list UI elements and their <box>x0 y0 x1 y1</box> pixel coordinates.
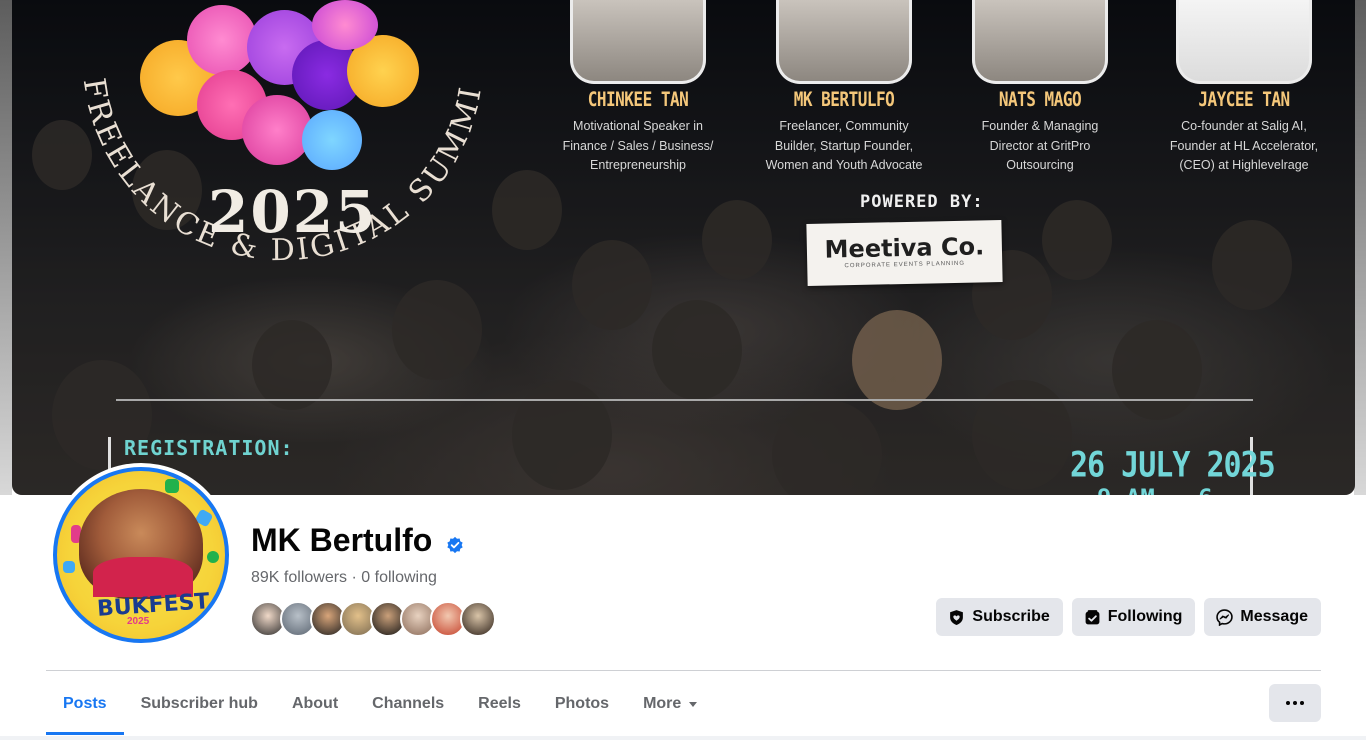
speaker-card: MK BERTULFO Freelancer, Community Builde… <box>764 0 924 176</box>
profile-avatar[interactable]: BUKFEST 2025 <box>49 463 233 647</box>
sponsor-name: Meetiva Co. <box>824 232 985 264</box>
tab-posts[interactable]: Posts <box>46 684 124 724</box>
event-date: 26 JULY 2025 <box>1070 445 1276 486</box>
speaker-name: MK BERTULFO <box>793 88 895 111</box>
avatar-event-year: 2025 <box>127 616 150 627</box>
speaker-photo <box>1176 0 1312 84</box>
verified-badge-icon <box>447 536 463 554</box>
avatar: BUKFEST 2025 <box>53 467 229 643</box>
followers-count[interactable]: 89K followers <box>251 569 347 586</box>
cover-divider <box>116 399 1253 401</box>
following-button[interactable]: Following <box>1071 598 1196 636</box>
tab-channels[interactable]: Channels <box>355 684 461 724</box>
more-options-button[interactable] <box>1269 684 1321 722</box>
tab-subscriber-hub[interactable]: Subscriber hub <box>124 684 275 724</box>
caret-down-icon <box>689 701 698 707</box>
profile-actions: Subscribe Following Message <box>936 598 1321 636</box>
shield-heart-icon <box>950 609 964 625</box>
header-divider <box>46 670 1321 671</box>
stats-separator: · <box>351 569 357 586</box>
following-count[interactable]: 0 following <box>361 569 437 586</box>
message-label: Message <box>1240 608 1308 625</box>
following-check-icon <box>1085 609 1100 624</box>
speaker-name: CHINKEE TAN <box>587 88 689 111</box>
tab-photos[interactable]: Photos <box>538 684 626 724</box>
powered-by-label: POWERED BY: <box>860 192 984 212</box>
profile-stats: 89K followers · 0 following <box>251 569 437 587</box>
speaker-photo <box>972 0 1108 84</box>
tab-more-label: More <box>643 695 682 712</box>
profile-name: MK Bertulfo <box>251 522 433 558</box>
registration-label: REGISTRATION: <box>124 436 294 460</box>
speaker-card: NATS MAGO Founder & Managing Director at… <box>960 0 1120 176</box>
page-backdrop-right <box>1354 0 1366 495</box>
speaker-card: JAYCEE TAN Co-founder at Salig AI, Found… <box>1164 0 1324 176</box>
subscribe-button[interactable]: Subscribe <box>936 598 1063 636</box>
summit-arc-text: FREELANCE & DIGITAL SUMMIT <box>12 0 486 268</box>
cover-photo[interactable]: FREELANCE & DIGITAL SUMMIT 2025 CHINKEE … <box>12 0 1355 495</box>
speaker-role: Freelancer, Community Builder, Startup F… <box>765 119 923 172</box>
active-tab-indicator <box>46 732 124 735</box>
messenger-icon <box>1216 608 1234 626</box>
speaker-name: NATS MAGO <box>998 88 1082 111</box>
speaker-name: JAYCEE TAN <box>1198 88 1290 111</box>
event-time: 9 AM - 6 PM <box>1097 486 1237 495</box>
speaker-photo <box>570 0 706 84</box>
following-label: Following <box>1107 608 1183 625</box>
cover-year: 2025 <box>208 178 378 246</box>
tab-reels[interactable]: Reels <box>461 684 538 724</box>
speaker-role: Co-founder at Salig AI, Founder at HL Ac… <box>1169 119 1319 172</box>
message-button[interactable]: Message <box>1204 598 1321 636</box>
sponsor-logo: Meetiva Co. CORPORATE EVENTS PLANNING <box>806 219 1003 287</box>
subscribe-label: Subscribe <box>972 608 1050 625</box>
speaker-role: Motivational Speaker in Finance / Sales … <box>562 119 714 172</box>
page-backdrop-left <box>0 0 12 495</box>
speaker-role: Founder & Managing Director at GritPro O… <box>981 119 1099 172</box>
tab-more[interactable]: More <box>626 684 714 724</box>
ellipsis-icon <box>1286 701 1290 705</box>
feed-background <box>0 736 1366 740</box>
speaker-photo <box>776 0 912 84</box>
profile-page: FREELANCE & DIGITAL SUMMIT 2025 CHINKEE … <box>0 0 1366 740</box>
profile-tabs: Posts Subscriber hub About Channels Reel… <box>46 684 714 736</box>
speaker-card: CHINKEE TAN Motivational Speaker in Fina… <box>558 0 718 176</box>
follower-avatar[interactable] <box>460 601 496 637</box>
follower-avatars[interactable] <box>250 601 496 637</box>
tab-about[interactable]: About <box>275 684 355 724</box>
